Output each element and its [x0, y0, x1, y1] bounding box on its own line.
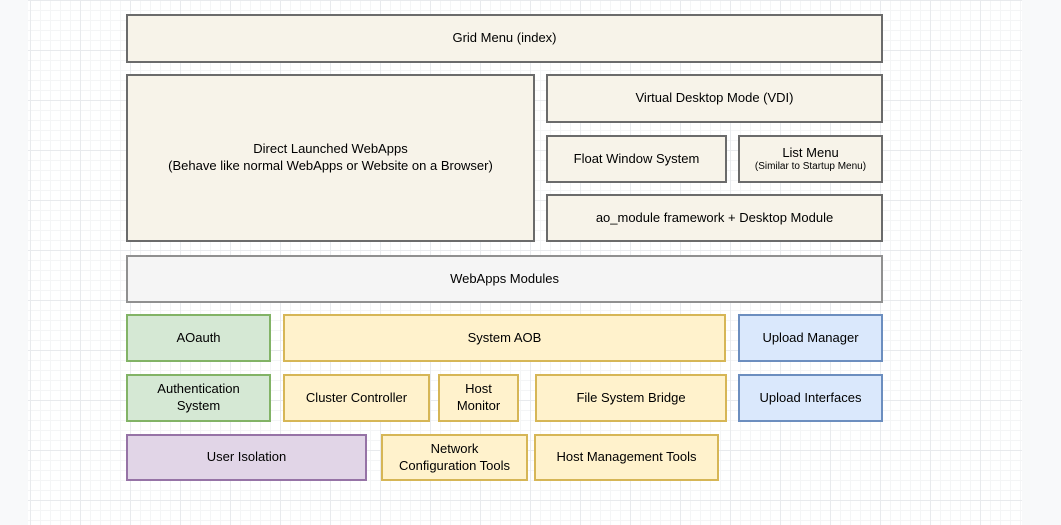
box-upload-manager[interactable]: Upload Manager — [738, 314, 883, 362]
box-system-aob-label: System AOB — [468, 330, 542, 347]
box-upload-interfaces-label: Upload Interfaces — [760, 390, 862, 407]
box-system-aob[interactable]: System AOB — [283, 314, 726, 362]
box-network-configuration-tools-label: Network Configuration Tools — [391, 441, 518, 475]
box-authentication-system-label: Authentication System — [150, 381, 247, 415]
box-ao-module-framework-label: ao_module framework + Desktop Module — [596, 210, 833, 227]
box-host-management-tools[interactable]: Host Management Tools — [534, 434, 719, 481]
box-grid-menu[interactable]: Grid Menu (index) — [126, 14, 883, 63]
box-network-configuration-tools[interactable]: Network Configuration Tools — [381, 434, 528, 481]
box-host-monitor[interactable]: Host Monitor — [438, 374, 519, 422]
box-webapps-modules[interactable]: WebApps Modules — [126, 255, 883, 303]
box-list-menu-sublabel: (Similar to Startup Menu) — [755, 161, 866, 173]
box-list-menu[interactable]: List Menu (Similar to Startup Menu) — [738, 135, 883, 183]
box-user-isolation-label: User Isolation — [207, 449, 286, 466]
box-grid-menu-label: Grid Menu (index) — [452, 30, 556, 47]
box-aoauth[interactable]: AOauth — [126, 314, 271, 362]
box-float-window-system[interactable]: Float Window System — [546, 135, 727, 183]
box-virtual-desktop-mode-label: Virtual Desktop Mode (VDI) — [636, 90, 794, 107]
box-user-isolation[interactable]: User Isolation — [126, 434, 367, 481]
box-upload-interfaces[interactable]: Upload Interfaces — [738, 374, 883, 422]
box-cluster-controller-label: Cluster Controller — [306, 390, 407, 407]
box-authentication-system[interactable]: Authentication System — [126, 374, 271, 422]
box-direct-launched-webapps-label: Direct Launched WebApps — [253, 141, 407, 158]
box-webapps-modules-label: WebApps Modules — [450, 271, 559, 288]
box-virtual-desktop-mode[interactable]: Virtual Desktop Mode (VDI) — [546, 74, 883, 123]
box-direct-launched-webapps-sublabel: (Behave like normal WebApps or Website o… — [168, 158, 493, 175]
box-host-monitor-label: Host Monitor — [448, 381, 509, 415]
box-list-menu-label: List Menu — [782, 145, 838, 162]
box-cluster-controller[interactable]: Cluster Controller — [283, 374, 430, 422]
box-aoauth-label: AOauth — [176, 330, 220, 347]
box-file-system-bridge-label: File System Bridge — [576, 390, 685, 407]
box-host-management-tools-label: Host Management Tools — [557, 449, 697, 466]
box-file-system-bridge[interactable]: File System Bridge — [535, 374, 727, 422]
box-float-window-system-label: Float Window System — [574, 151, 700, 168]
box-direct-launched-webapps[interactable]: Direct Launched WebApps (Behave like nor… — [126, 74, 535, 242]
box-ao-module-framework[interactable]: ao_module framework + Desktop Module — [546, 194, 883, 242]
box-upload-manager-label: Upload Manager — [762, 330, 858, 347]
